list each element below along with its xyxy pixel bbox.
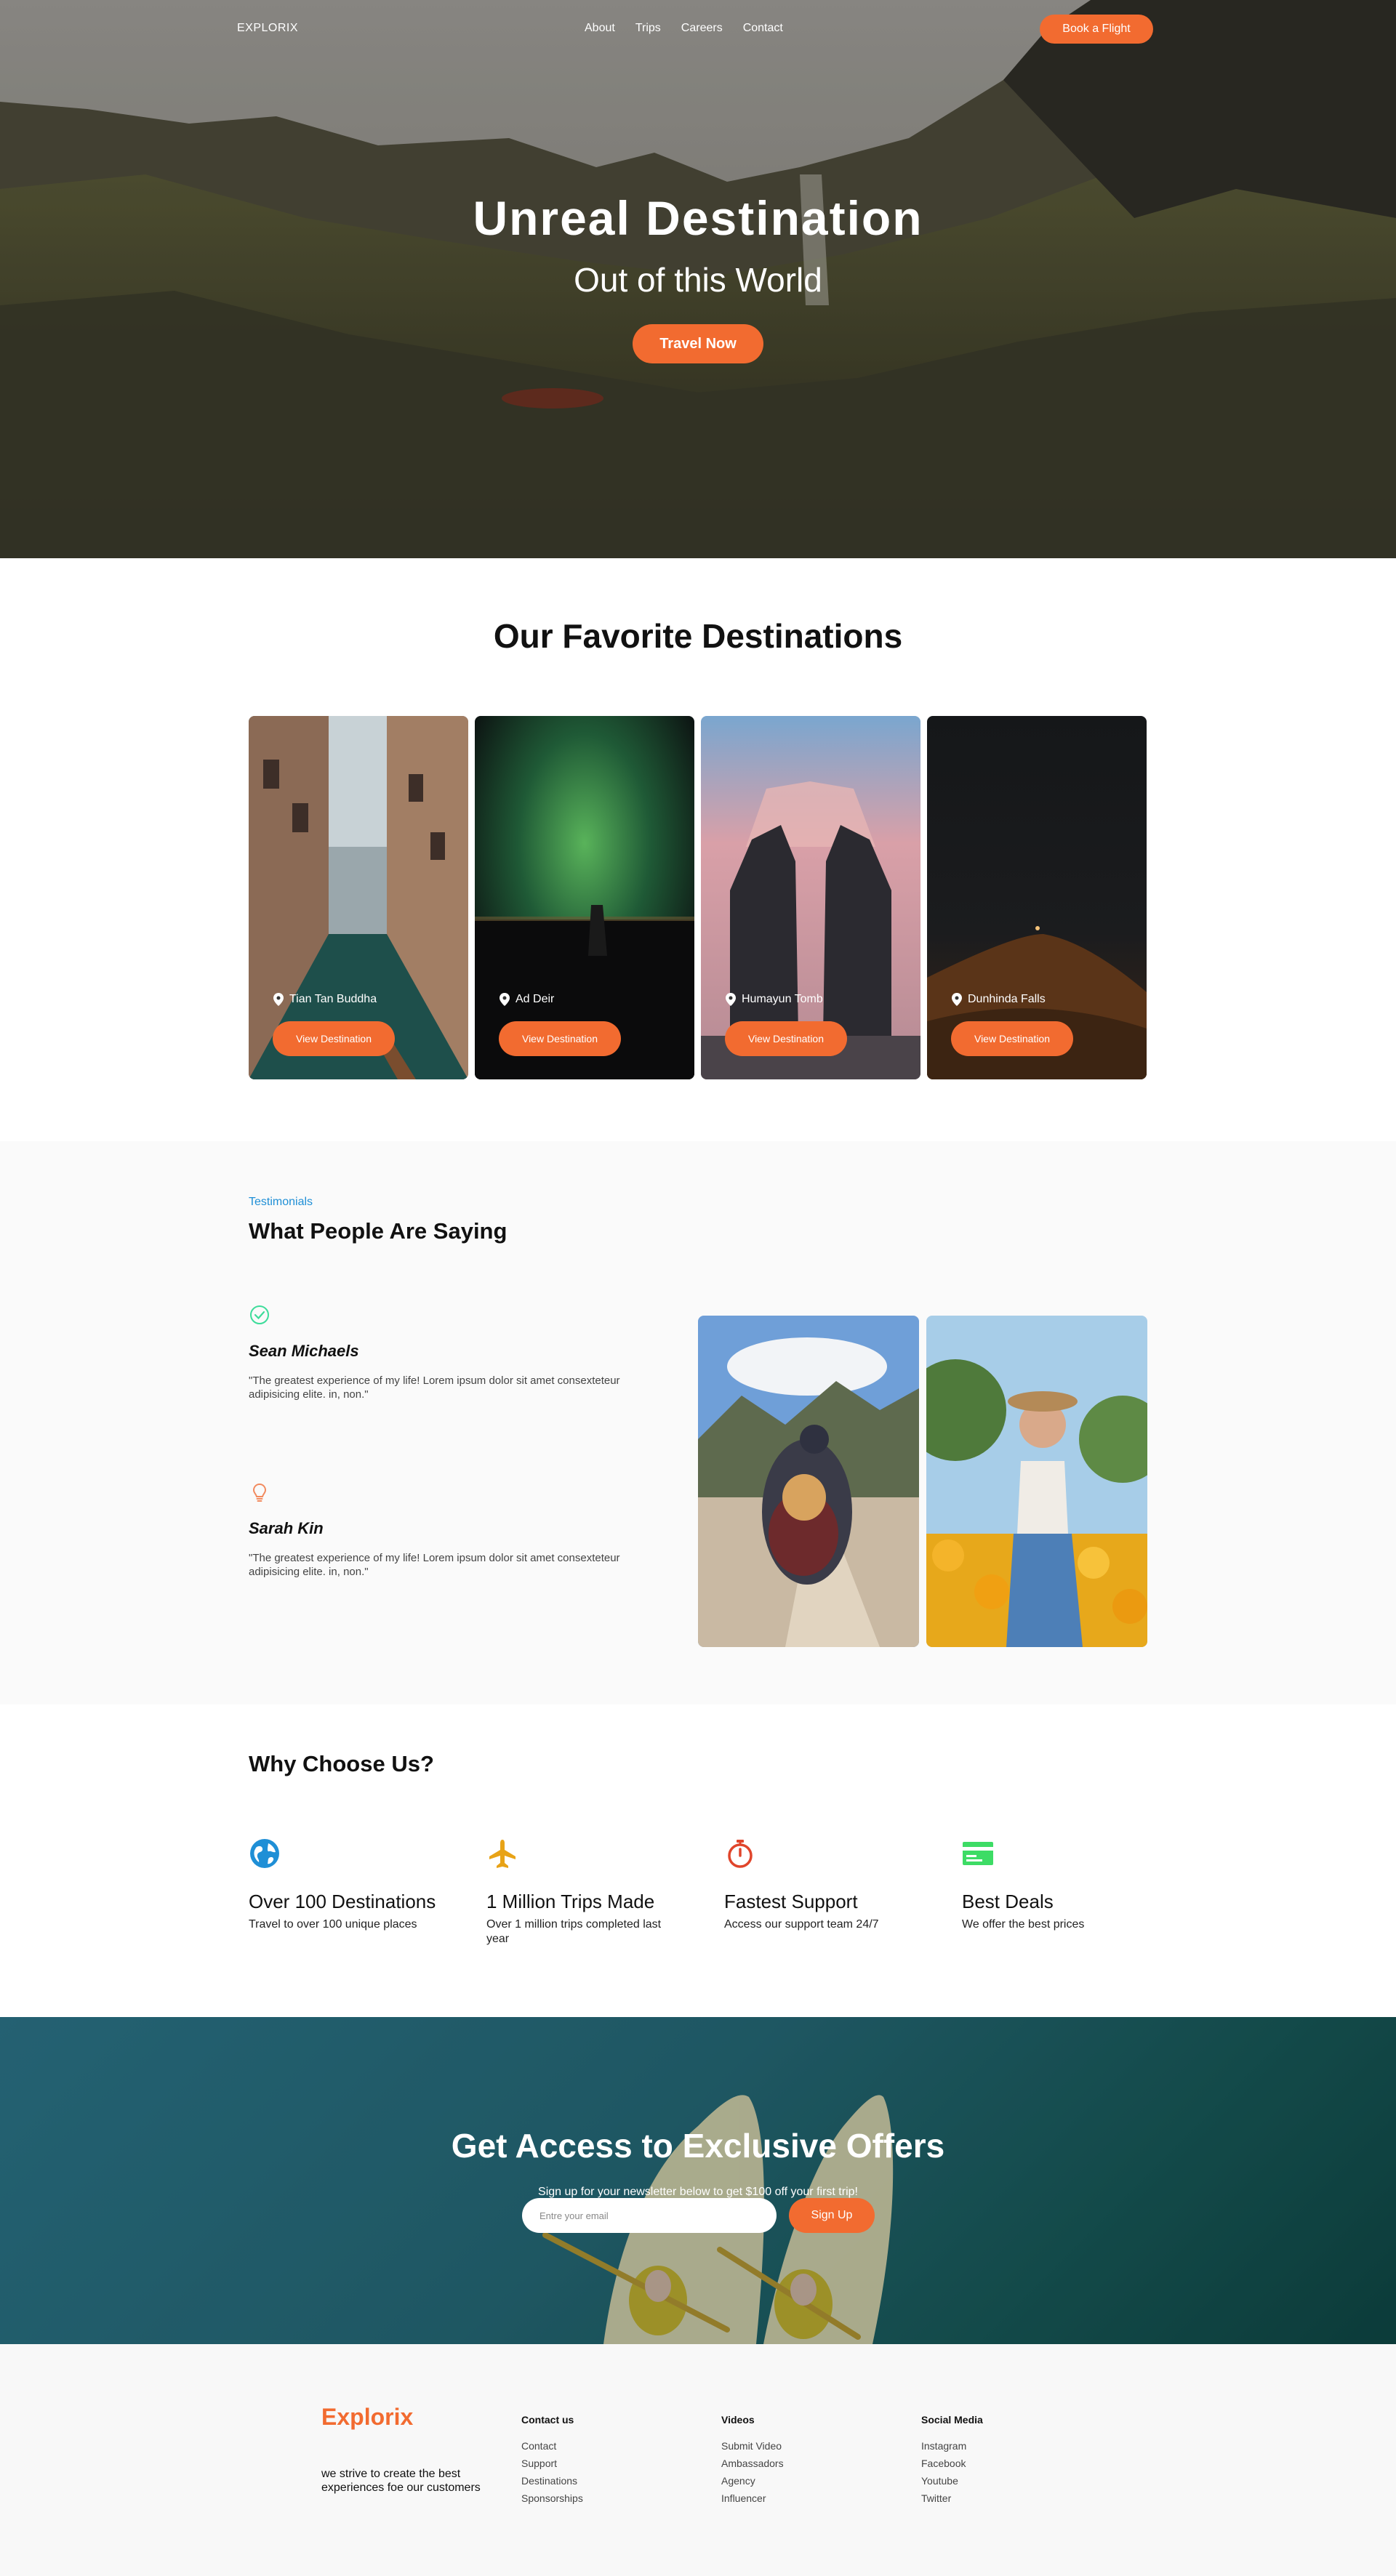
hero-section: EXPLORIX About Trips Careers Contact Boo… (0, 0, 1396, 558)
top-navbar: EXPLORIX About Trips Careers Contact Boo… (0, 0, 1396, 58)
feature-title: Fastest Support (724, 1891, 858, 1912)
testimonial-photo-flowers (926, 1316, 1147, 1647)
brand-logo[interactable]: EXPLORIX (237, 22, 298, 35)
view-destination-button[interactable]: View Destination (273, 1021, 395, 1056)
feature-description: Travel to over 100 unique places (249, 1918, 417, 1931)
destination-card[interactable]: Ad Deir View Destination (475, 716, 694, 1079)
hero-subtitle: Out of this World (574, 261, 822, 299)
money-bill-icon (963, 1842, 993, 1865)
destination-card[interactable]: Tian Tan Buddha View Destination (249, 716, 468, 1079)
destination-name: Tian Tan Buddha (289, 993, 377, 1005)
nav-link-careers[interactable]: Careers (681, 22, 723, 35)
map-marker-icon (273, 993, 284, 1006)
footer-column-heading: Social Media (921, 2414, 983, 2426)
feature-description: Over 1 million trips completed last year (486, 1918, 662, 1945)
testimonial-author: Sarah Kin (249, 1519, 324, 1537)
footer-link[interactable]: Destinations (521, 2472, 583, 2490)
testimonials-heading: What People Are Saying (249, 1218, 508, 1244)
nav-link-trips[interactable]: Trips (635, 22, 661, 35)
testimonials-eyebrow: Testimonials (249, 1196, 313, 1208)
footer-link[interactable]: Submit Video (721, 2437, 784, 2455)
footer-link[interactable]: Youtube (921, 2472, 983, 2490)
newsletter-subtitle: Sign up for your newsletter below to get… (538, 2186, 858, 2198)
email-input[interactable] (522, 2198, 777, 2233)
testimonial-quote: "The greatest experience of my life! Lor… (249, 1374, 620, 1401)
view-destination-button[interactable]: View Destination (499, 1021, 621, 1056)
map-marker-icon (952, 993, 962, 1006)
footer-link[interactable]: Influencer (721, 2490, 784, 2507)
testimonial-photo-hiker (698, 1316, 919, 1647)
testimonial-author: Sean Michaels (249, 1342, 359, 1360)
feature-description: Access our support team 24/7 (724, 1918, 879, 1931)
newsletter-section: Get Access to Exclusive Offers Sign up f… (0, 2017, 1396, 2344)
nav-link-about[interactable]: About (585, 22, 615, 35)
destination-name: Humayun Tomb (742, 993, 823, 1005)
footer: Explorix we strive to create the best ex… (0, 2344, 1396, 2576)
footer-link[interactable]: Instagram (921, 2437, 983, 2455)
footer-link[interactable]: Facebook (921, 2455, 983, 2472)
feature-card: 1 Million Trips Made Over 1 million trip… (486, 1838, 705, 1947)
destination-name: Dunhinda Falls (968, 993, 1046, 1005)
feature-title: Over 100 Destinations (249, 1891, 436, 1912)
sign-up-button[interactable]: Sign Up (789, 2198, 875, 2233)
map-marker-icon (726, 993, 736, 1006)
hero-title: Unreal Destination (473, 191, 923, 245)
footer-column-contact: Contact us Contact Support Destinations … (521, 2414, 583, 2507)
feature-card: Fastest Support Access our support team … (724, 1838, 942, 1932)
footer-column-heading: Contact us (521, 2414, 574, 2426)
feature-card: Best Deals We offer the best prices (962, 1838, 1180, 1932)
footer-column-heading: Videos (721, 2414, 755, 2426)
footer-tagline: we strive to create the best experiences… (321, 2468, 481, 2494)
check-circle-icon (250, 1305, 269, 1324)
footer-logo[interactable]: Explorix (321, 2404, 413, 2431)
book-flight-button[interactable]: Book a Flight (1040, 15, 1153, 44)
destination-name: Ad Deir (516, 993, 555, 1005)
lightbulb-icon (252, 1483, 267, 1502)
feature-card: Over 100 Destinations Travel to over 100… (249, 1838, 467, 1932)
map-marker-icon (500, 993, 510, 1006)
destination-card[interactable]: Dunhinda Falls View Destination (927, 716, 1147, 1079)
plane-icon (489, 1840, 516, 1868)
footer-link[interactable]: Contact (521, 2437, 583, 2455)
nav-links: About Trips Careers Contact (585, 22, 783, 35)
globe-icon (250, 1839, 279, 1868)
testimonial-quote: "The greatest experience of my life! Lor… (249, 1552, 620, 1578)
destination-card[interactable]: Humayun Tomb View Destination (701, 716, 920, 1079)
footer-link[interactable]: Agency (721, 2472, 784, 2490)
why-choose-heading: Why Choose Us? (249, 1751, 434, 1776)
nav-link-contact[interactable]: Contact (743, 22, 783, 35)
footer-link[interactable]: Support (521, 2455, 583, 2472)
travel-now-button[interactable]: Travel Now (633, 324, 763, 363)
testimonials-section: Testimonials What People Are Saying Sean… (0, 1141, 1396, 1704)
footer-link[interactable]: Sponsorships (521, 2490, 583, 2507)
feature-description: We offer the best prices (962, 1918, 1085, 1931)
destination-cards: Tian Tan Buddha View Destination Ad Deir… (249, 716, 1147, 1079)
newsletter-title: Get Access to Exclusive Offers (451, 2127, 945, 2165)
destinations-heading: Our Favorite Destinations (493, 617, 903, 655)
view-destination-button[interactable]: View Destination (725, 1021, 847, 1056)
footer-link[interactable]: Twitter (921, 2490, 983, 2507)
feature-title: Best Deals (962, 1891, 1054, 1912)
view-destination-button[interactable]: View Destination (951, 1021, 1073, 1056)
footer-link[interactable]: Ambassadors (721, 2455, 784, 2472)
newsletter-background-image (0, 2017, 1396, 2344)
feature-title: 1 Million Trips Made (486, 1891, 655, 1912)
footer-column-videos: Videos Submit Video Ambassadors Agency I… (721, 2414, 784, 2507)
footer-column-social: Social Media Instagram Facebook Youtube … (921, 2414, 983, 2507)
stopwatch-icon (728, 1840, 753, 1868)
